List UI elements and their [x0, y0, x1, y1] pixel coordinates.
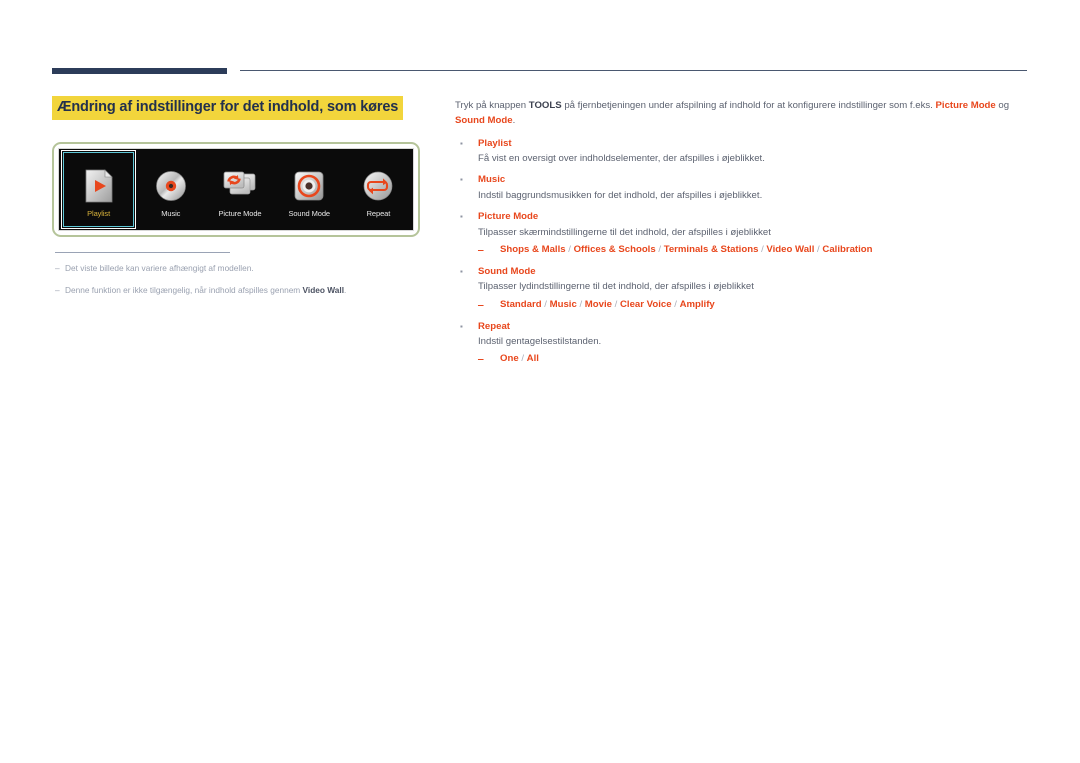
intro-part-1: Tryk på knappen	[455, 100, 529, 111]
sub-dash: ‒	[478, 244, 484, 256]
option-value: Calibration	[822, 243, 873, 255]
footnote-dash: ‒	[55, 285, 60, 296]
list-item-repeat: ▪ Repeat Indstil gentagelsestilstanden. …	[455, 320, 1033, 368]
footnote-text-pre: Denne funktion er ikke tilgængelig, når …	[65, 285, 303, 296]
bullet-row: ▪ Sound Mode	[455, 265, 1033, 279]
header-rule-thick	[52, 68, 227, 74]
bullet-description: Få vist en oversigt over indholdselement…	[478, 153, 765, 165]
sub-options-row: ‒ Shops & Malls / Offices & Schools / Te…	[478, 243, 1033, 258]
bullet-row: ▪ Playlist	[455, 137, 1033, 151]
footnote-text: Det viste billede kan variere afhængigt …	[65, 263, 254, 273]
toolbar-label-sound-mode: Sound Mode	[288, 208, 330, 218]
bullet-description: Tilpasser skærmindstillingerne til det i…	[478, 226, 771, 238]
option-value: Movie	[584, 298, 612, 310]
intro-part-4: .	[512, 114, 516, 126]
footnote-item: ‒ Denne funktion er ikke tilgængelig, nå…	[55, 284, 425, 296]
option-value: All	[526, 353, 539, 365]
music-disc-icon	[155, 166, 187, 206]
option-value: Video Wall	[766, 243, 815, 255]
sub-options-row: ‒ Standard / Music / Movie / Clear Voice…	[478, 298, 1033, 313]
option-separator: /	[518, 353, 527, 365]
intro-keyword-sound-mode: Sound Mode	[455, 114, 513, 126]
bullet-marker: ▪	[460, 138, 463, 148]
toolbar-label-repeat: Repeat	[366, 208, 391, 218]
option-separator: /	[541, 298, 550, 310]
bullet-row: ▪ Picture Mode	[455, 210, 1033, 224]
header-rule-thin	[240, 70, 1027, 71]
list-item-music: ▪ Music Indstil baggrundsmusikken for de…	[455, 173, 1033, 203]
option-separator: /	[655, 243, 664, 255]
right-column: Tryk på knappen TOOLS på fjernbetjeninge…	[455, 99, 1033, 374]
sub-options-picture-mode: Shops & Malls / Offices & Schools / Term…	[500, 243, 873, 258]
bullet-heading: Music	[478, 174, 506, 186]
toolbar-label-music: Music	[161, 208, 181, 218]
option-separator: /	[576, 298, 585, 310]
sub-options-row: ‒ One / All	[478, 352, 1033, 367]
footnotes: ‒ Det viste billede kan variere afhængig…	[55, 262, 425, 307]
media-player-toolbar: Playlist Music Picture Mode Sound Mode R…	[58, 148, 414, 231]
footnote-divider	[55, 252, 230, 253]
bullet-heading: Sound Mode	[478, 265, 536, 277]
toolbar-item-repeat[interactable]: Repeat	[344, 149, 413, 230]
tools-button-keyword: TOOLS	[528, 100, 562, 111]
toolbar-item-sound-mode[interactable]: Sound Mode	[275, 149, 344, 230]
bullet-row: ▪ Music	[455, 173, 1033, 187]
bullet-row: ▪ Repeat	[455, 320, 1033, 334]
page-title: Ændring af indstillinger for det indhold…	[52, 96, 404, 120]
footnote-text-post: .	[344, 285, 347, 296]
bullet-description: Indstil gentagelsestilstanden.	[478, 336, 602, 348]
intro-paragraph: Tryk på knappen TOOLS på fjernbetjeninge…	[455, 99, 1033, 129]
toolbar-label-picture-mode: Picture Mode	[218, 208, 262, 218]
bullet-marker: ▪	[460, 175, 463, 185]
media-player-figure: Playlist Music Picture Mode Sound Mode R…	[52, 142, 420, 237]
bullet-heading: Playlist	[478, 137, 512, 149]
bullet-marker: ▪	[460, 266, 463, 276]
sub-options-repeat: One / All	[500, 352, 539, 367]
footnote-item: ‒ Det viste billede kan variere afhængig…	[55, 262, 425, 274]
option-value: One	[500, 353, 519, 365]
bullet-marker: ▪	[460, 212, 463, 222]
option-separator: /	[671, 298, 680, 310]
settings-list: ▪ Playlist Få vist en oversigt over indh…	[455, 137, 1033, 368]
sound-mode-speaker-icon	[293, 166, 325, 206]
bullet-description: Indstil baggrundsmusikken for det indhol…	[478, 189, 763, 201]
sub-options-sound-mode: Standard / Music / Movie / Clear Voice /…	[500, 298, 715, 313]
bullet-description: Tilpasser lydindstillingerne til det ind…	[478, 281, 754, 293]
option-value: Shops & Malls	[500, 243, 566, 255]
intro-part-3: og	[995, 100, 1010, 111]
toolbar-item-music[interactable]: Music	[136, 149, 205, 230]
bullet-heading: Repeat	[478, 320, 510, 332]
footnote-dash: ‒	[55, 263, 60, 273]
option-separator: /	[612, 298, 620, 310]
list-item-playlist: ▪ Playlist Få vist en oversigt over indh…	[455, 137, 1033, 167]
list-item-picture-mode: ▪ Picture Mode Tilpasser skærmindstillin…	[455, 210, 1033, 258]
document-page: Ændring af indstillinger for det indhold…	[0, 0, 1080, 763]
option-separator: /	[565, 243, 574, 255]
bullet-marker: ▪	[460, 321, 463, 331]
intro-keyword-picture-mode: Picture Mode	[935, 100, 996, 111]
option-value: Music	[549, 298, 577, 310]
footnote-text: Denne funktion er ikke tilgængelig, når …	[65, 284, 346, 296]
intro-part-2: på fjernbetjeningen under afspilning af …	[561, 100, 936, 111]
toolbar-item-picture-mode[interactable]: Picture Mode	[205, 149, 274, 230]
sub-dash: ‒	[478, 299, 484, 311]
footnote-keyword: Video Wall	[302, 285, 345, 296]
bullet-heading: Picture Mode	[478, 211, 539, 223]
left-column: Ændring af indstillinger for det indhold…	[52, 96, 428, 120]
option-value: Standard	[500, 298, 542, 310]
toolbar-label-playlist: Playlist	[87, 208, 111, 218]
toolbar-item-playlist[interactable]: Playlist	[60, 150, 137, 229]
option-value: Amplify	[679, 298, 715, 310]
picture-mode-screens-refresh-icon	[222, 166, 258, 206]
repeat-loop-icon	[362, 166, 394, 206]
list-item-sound-mode: ▪ Sound Mode Tilpasser lydindstillingern…	[455, 265, 1033, 313]
playlist-page-play-icon	[84, 166, 114, 206]
option-value: Offices & Schools	[573, 243, 656, 255]
option-value: Terminals & Stations	[663, 243, 759, 255]
option-value: Clear Voice	[620, 298, 672, 310]
sub-dash: ‒	[478, 354, 484, 366]
